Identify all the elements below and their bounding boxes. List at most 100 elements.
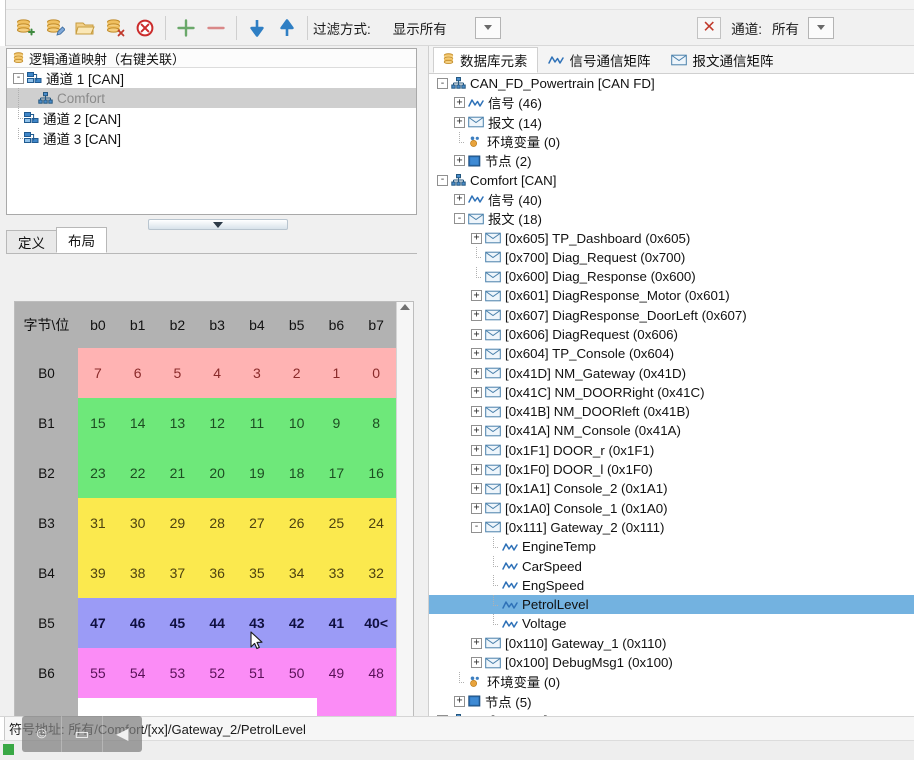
tree-expander-toggle[interactable]: + <box>454 116 465 128</box>
tree-row[interactable]: 环境变量 (0) <box>429 671 914 691</box>
byte-grid-bit-cell[interactable]: 29 <box>157 498 198 548</box>
tree-row[interactable]: 环境变量 (0) <box>429 131 914 151</box>
arrow-up-icon[interactable] <box>272 13 302 43</box>
tab-database-elements[interactable]: 数据库元素 <box>433 46 538 73</box>
channel-tree-row[interactable]: - 通道 1 [CAN] <box>7 68 416 88</box>
tree-row[interactable]: + [0x41A] NM_Console (0x41A) <box>429 421 914 440</box>
tree-expander-toggle[interactable]: - <box>454 213 465 225</box>
tree-row[interactable]: + 信号 (40) <box>429 190 914 209</box>
byte-grid-bit-cell[interactable]: 15 <box>78 398 118 448</box>
byte-grid-bit-cell[interactable]: 45 <box>157 598 198 648</box>
byte-grid-bit-cell[interactable]: 9 <box>316 398 357 448</box>
minus-icon[interactable] <box>201 13 231 43</box>
byte-grid-bit-cell[interactable]: 8 <box>356 398 396 448</box>
byte-grid-bit-cell[interactable]: 43 <box>237 598 277 648</box>
tree-row[interactable]: + [0x606] DiagRequest (0x606) <box>429 325 914 344</box>
tree-expander-toggle[interactable]: + <box>454 155 465 167</box>
back-arrow-icon[interactable]: ◀ <box>103 716 142 752</box>
byte-grid-bit-cell[interactable]: 32 <box>356 548 396 598</box>
tree-row[interactable]: [0x600] Diag_Response (0x600) <box>429 266 914 286</box>
channel-tree-row[interactable]: Comfort <box>7 88 416 108</box>
byte-grid-bit-cell[interactable]: 36 <box>197 548 237 598</box>
tree-row[interactable]: + [0x41C] NM_DOORRight (0x41C) <box>429 383 914 402</box>
tree-expander-toggle[interactable]: + <box>471 657 482 669</box>
tree-expander-toggle[interactable]: - <box>471 521 482 533</box>
database-remove-icon[interactable] <box>100 13 130 43</box>
byte-grid-bit-cell[interactable]: 25 <box>316 498 357 548</box>
byte-grid-bit-cell[interactable]: 38 <box>117 548 158 598</box>
arrow-down-icon[interactable] <box>242 13 272 43</box>
left-tab-definition[interactable]: 定义 <box>6 230 57 253</box>
byte-grid-bit-cell[interactable]: 37 <box>157 548 198 598</box>
byte-grid-bit-cell[interactable]: 19 <box>237 448 277 498</box>
plus-icon[interactable] <box>171 13 201 43</box>
byte-grid-bit-cell[interactable]: 27 <box>237 498 277 548</box>
byte-grid-bit-cell[interactable]: 53 <box>157 648 198 698</box>
byte-grid-bit-cell[interactable]: 48 <box>356 648 396 698</box>
byte-grid-bit-cell[interactable]: 0 <box>356 348 396 398</box>
tree-expander-toggle[interactable]: + <box>471 232 482 244</box>
tree-expander-toggle[interactable]: + <box>471 348 482 360</box>
byte-grid-bit-cell[interactable]: 20 <box>197 448 237 498</box>
byte-grid-bit-cell[interactable]: 22 <box>117 448 158 498</box>
tree-row[interactable]: EngSpeed <box>429 575 914 595</box>
byte-grid-bit-cell[interactable]: 18 <box>276 448 317 498</box>
scroll-up-arrow-icon[interactable] <box>400 304 410 310</box>
database-edit-icon[interactable] <box>40 13 70 43</box>
byte-grid-bit-cell[interactable]: 10 <box>276 398 317 448</box>
byte-grid-bit-cell[interactable]: 51 <box>237 648 277 698</box>
tree-row[interactable]: + [0x604] TP_Console (0x604) <box>429 344 914 363</box>
tree-row[interactable]: + [0x1F0] DOOR_l (0x1F0) <box>429 460 914 479</box>
comment-icon[interactable]: ▭ <box>62 716 103 752</box>
tree-row[interactable]: + [0x601] DiagResponse_Motor (0x601) <box>429 286 914 305</box>
byte-grid-scrollbar[interactable] <box>396 302 413 758</box>
byte-grid-bit-cell[interactable]: 44 <box>197 598 237 648</box>
database-add-icon[interactable] <box>10 13 40 43</box>
tree-expander-toggle[interactable]: - <box>13 72 24 84</box>
byte-grid-bit-cell[interactable]: 23 <box>78 448 118 498</box>
tree-row[interactable]: + [0x1A1] Console_2 (0x1A1) <box>429 479 914 498</box>
tab-message-matrix[interactable]: 报文通信矩阵 <box>661 47 784 73</box>
byte-grid-bit-cell[interactable]: 4 <box>197 348 237 398</box>
tree-row[interactable]: + [0x41D] NM_Gateway (0x41D) <box>429 363 914 382</box>
tree-expander-toggle[interactable]: + <box>471 502 482 514</box>
tree-expander-toggle[interactable]: + <box>471 425 482 437</box>
tree-row[interactable]: - 报文 (18) <box>429 209 914 228</box>
byte-grid-bit-cell[interactable]: 26 <box>276 498 317 548</box>
byte-grid-bit-cell[interactable]: 16 <box>356 448 396 498</box>
byte-grid-bit-cell[interactable]: 55 <box>78 648 118 698</box>
tree-expander-toggle[interactable]: + <box>471 309 482 321</box>
tab-signal-matrix[interactable]: 信号通信矩阵 <box>538 47 661 73</box>
tree-expander-toggle[interactable]: + <box>454 193 465 205</box>
tree-expander-toggle[interactable]: + <box>454 695 465 707</box>
byte-grid-bit-cell[interactable]: 7 <box>78 348 118 398</box>
tree-expander-toggle[interactable]: + <box>471 483 482 495</box>
tree-row[interactable]: + [0x607] DiagResponse_DoorLeft (0x607) <box>429 306 914 325</box>
tree-expander-toggle[interactable]: - <box>437 78 448 90</box>
tree-expander-toggle[interactable]: + <box>471 329 482 340</box>
byte-grid-bit-cell[interactable]: 33 <box>316 548 357 598</box>
byte-grid-bit-cell[interactable]: 31 <box>78 498 118 548</box>
tree-row-selected[interactable]: PetrolLevel <box>429 594 914 615</box>
byte-grid-bit-cell[interactable]: 30 <box>117 498 158 548</box>
filter-mode-dropdown[interactable] <box>474 16 501 39</box>
byte-grid-bit-cell[interactable]: 3 <box>237 348 277 398</box>
byte-grid-bit-cell[interactable]: 6 <box>117 348 158 398</box>
tree-expander-toggle[interactable]: + <box>471 444 482 456</box>
tree-row[interactable]: - CAN_FD_Powertrain [CAN FD] <box>429 74 914 93</box>
tree-expander-toggle[interactable]: + <box>471 464 482 476</box>
byte-grid-bit-cell[interactable]: 52 <box>197 648 237 698</box>
tree-expander-toggle[interactable]: + <box>471 290 482 302</box>
byte-grid-bit-cell[interactable]: 54 <box>117 648 158 698</box>
tree-expander-toggle[interactable]: + <box>471 406 482 418</box>
tree-row[interactable]: - Comfort [CAN] <box>429 170 914 189</box>
channel-dropdown[interactable] <box>808 16 834 39</box>
tree-row[interactable]: CarSpeed <box>429 556 914 575</box>
byte-grid-bit-cell[interactable]: 5 <box>157 348 198 398</box>
database-elements-tree[interactable]: - CAN_FD_Powertrain [CAN FD] + 信号 (46) + 报文 (… <box>429 74 914 720</box>
channel-tree-row[interactable]: 通道 3 [CAN] <box>7 128 416 148</box>
tree-expander-toggle[interactable]: - <box>437 174 448 186</box>
tree-row[interactable]: + 节点 (5) <box>429 692 914 711</box>
tree-expander-toggle[interactable]: + <box>471 386 482 398</box>
delete-circle-icon[interactable] <box>130 13 160 43</box>
